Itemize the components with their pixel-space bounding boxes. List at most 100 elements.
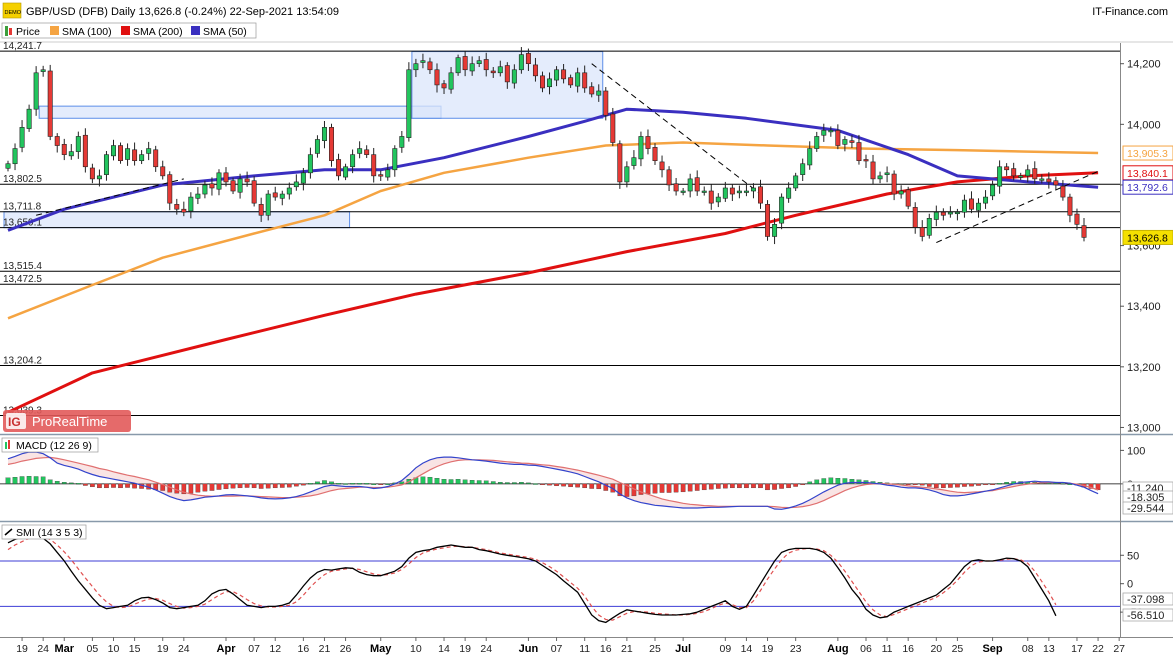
x-tick-label-40: 22 (1092, 643, 1104, 655)
candle-body-19 (139, 154, 145, 162)
candle-body-35 (251, 180, 257, 204)
candle-body-134 (947, 211, 953, 215)
macd-hist-bar-9 (68, 482, 74, 485)
macd-hist-bar-96 (680, 483, 686, 493)
macd-hist-bar-30 (216, 483, 222, 490)
x-tick-label-16: 14 (438, 643, 450, 655)
macd-hist-bar-42 (301, 483, 306, 486)
smi-panel[interactable] (0, 523, 1120, 637)
candle-body-26 (188, 196, 194, 212)
candle-body-105 (743, 190, 749, 193)
macd-hist-bar-7 (54, 481, 60, 485)
candle-body-132 (933, 211, 939, 220)
macd-hist-bar-70 (497, 482, 503, 485)
price-tick-label-1: 14,000 (1127, 119, 1161, 131)
candle-body-129 (912, 207, 918, 228)
macd-hist-bar-34 (244, 483, 250, 488)
candle-body-146 (1032, 168, 1038, 180)
candle-body-1 (12, 148, 18, 165)
macd-hist-bar-139 (983, 483, 988, 486)
candle-body-42 (300, 172, 306, 184)
macd-hist-bar-138 (976, 483, 981, 486)
candle-body-60 (427, 61, 433, 71)
candle-body-111 (786, 187, 792, 199)
macd-hist-bar-24 (174, 483, 180, 494)
macd-hist-bar-50 (357, 483, 362, 485)
x-tick-label-18: 24 (480, 643, 492, 655)
macd-hist-bar-37 (265, 483, 271, 489)
macd-hist-bar-53 (378, 483, 384, 486)
macd-hist-bar-54 (385, 483, 391, 486)
candle-body-15 (111, 145, 116, 157)
candle-body-116 (821, 130, 827, 136)
macd-hist-bar-103 (730, 483, 735, 489)
x-tick-label-41: 27 (1113, 643, 1125, 655)
candle-body-139 (983, 196, 989, 204)
macd-hist-bar-69 (490, 481, 496, 485)
macd-hist-bar-71 (504, 482, 510, 485)
macd-legend: MACD (12 26 9) (1, 437, 99, 453)
candle-body-148 (1046, 178, 1052, 183)
candle-body-140 (990, 184, 996, 197)
smi-tick-label-1: 0 (1127, 579, 1133, 591)
macd-hist-bar-12 (90, 483, 95, 488)
macd-hist-bar-130 (919, 483, 925, 486)
x-tick-label-19: Jun (519, 643, 539, 655)
candle-body-50 (357, 148, 363, 154)
chart-canvas: DEMO GBP/USD (DFB) Daily 13,626.8 (-0.24… (0, 2, 1173, 655)
macd-tick-label-0: 100 (1127, 445, 1145, 457)
candle-body-100 (708, 190, 714, 204)
candle-body-141 (997, 166, 1003, 187)
watermark-logo: IG (8, 415, 21, 429)
x-tick-label-6: 19 (157, 643, 169, 655)
candle-body-150 (1060, 185, 1066, 198)
candle-body-62 (441, 83, 447, 89)
macd-hist-bar-100 (708, 483, 714, 490)
macd-hist-bar-121 (856, 479, 862, 485)
x-tick-label-27: 14 (741, 643, 753, 655)
macd-hist-bar-4 (33, 476, 39, 485)
macd-hist-bar-14 (104, 483, 109, 489)
candle-body-144 (1018, 175, 1024, 178)
macd-hist-bar-5 (40, 476, 46, 485)
candle-body-125 (884, 172, 890, 175)
candle-body-123 (870, 161, 876, 180)
macd-hist-bar-129 (912, 483, 918, 486)
smi-legend: SMI (14 3 5 3) (1, 524, 87, 540)
candle-body-13 (96, 175, 102, 180)
macd-panel[interactable] (0, 436, 1120, 520)
macd-hist-bar-56 (399, 481, 405, 485)
macd-hist-bar-6 (47, 479, 53, 485)
candle-body-90 (638, 136, 644, 160)
macd-hist-bar-51 (364, 483, 369, 485)
candle-body-59 (420, 60, 426, 63)
smi-badge-label-0: -37.098 (1127, 594, 1164, 606)
x-tick-label-1: 24 (37, 643, 49, 655)
candle-body-82 (582, 72, 588, 89)
badge-label-sma100: 13,905.3 (1127, 148, 1168, 160)
candle-body-5 (40, 69, 46, 72)
candle-body-8 (61, 144, 67, 155)
candle-body-16 (118, 145, 124, 162)
macd-hist-bar-48 (343, 483, 348, 485)
legend-label-sma50: SMA (50) (203, 26, 247, 38)
x-tick-label-24: 25 (649, 643, 661, 655)
candle-body-114 (807, 148, 813, 166)
candle-body-113 (800, 163, 806, 175)
candle-body-33 (237, 178, 243, 193)
macd-hist-bar-65 (462, 479, 468, 485)
macd-hist-bar-18 (132, 483, 137, 489)
macd-hist-bar-98 (694, 483, 700, 491)
macd-hist-bar-142 (1004, 482, 1009, 485)
macd-hist-bar-135 (955, 483, 960, 488)
candle-body-47 (336, 159, 342, 177)
macd-hist-bar-61 (434, 478, 440, 485)
x-tick-label-2: Mar (54, 643, 74, 655)
candle-body-39 (279, 193, 285, 199)
macd-hist-bar-63 (448, 479, 454, 485)
legend-label-sma200: SMA (200) (133, 26, 183, 38)
candle-body-6 (47, 70, 53, 137)
macd-hist-bar-132 (933, 483, 939, 489)
macd-hist-bar-68 (483, 480, 489, 485)
candle-body-85 (603, 90, 609, 116)
